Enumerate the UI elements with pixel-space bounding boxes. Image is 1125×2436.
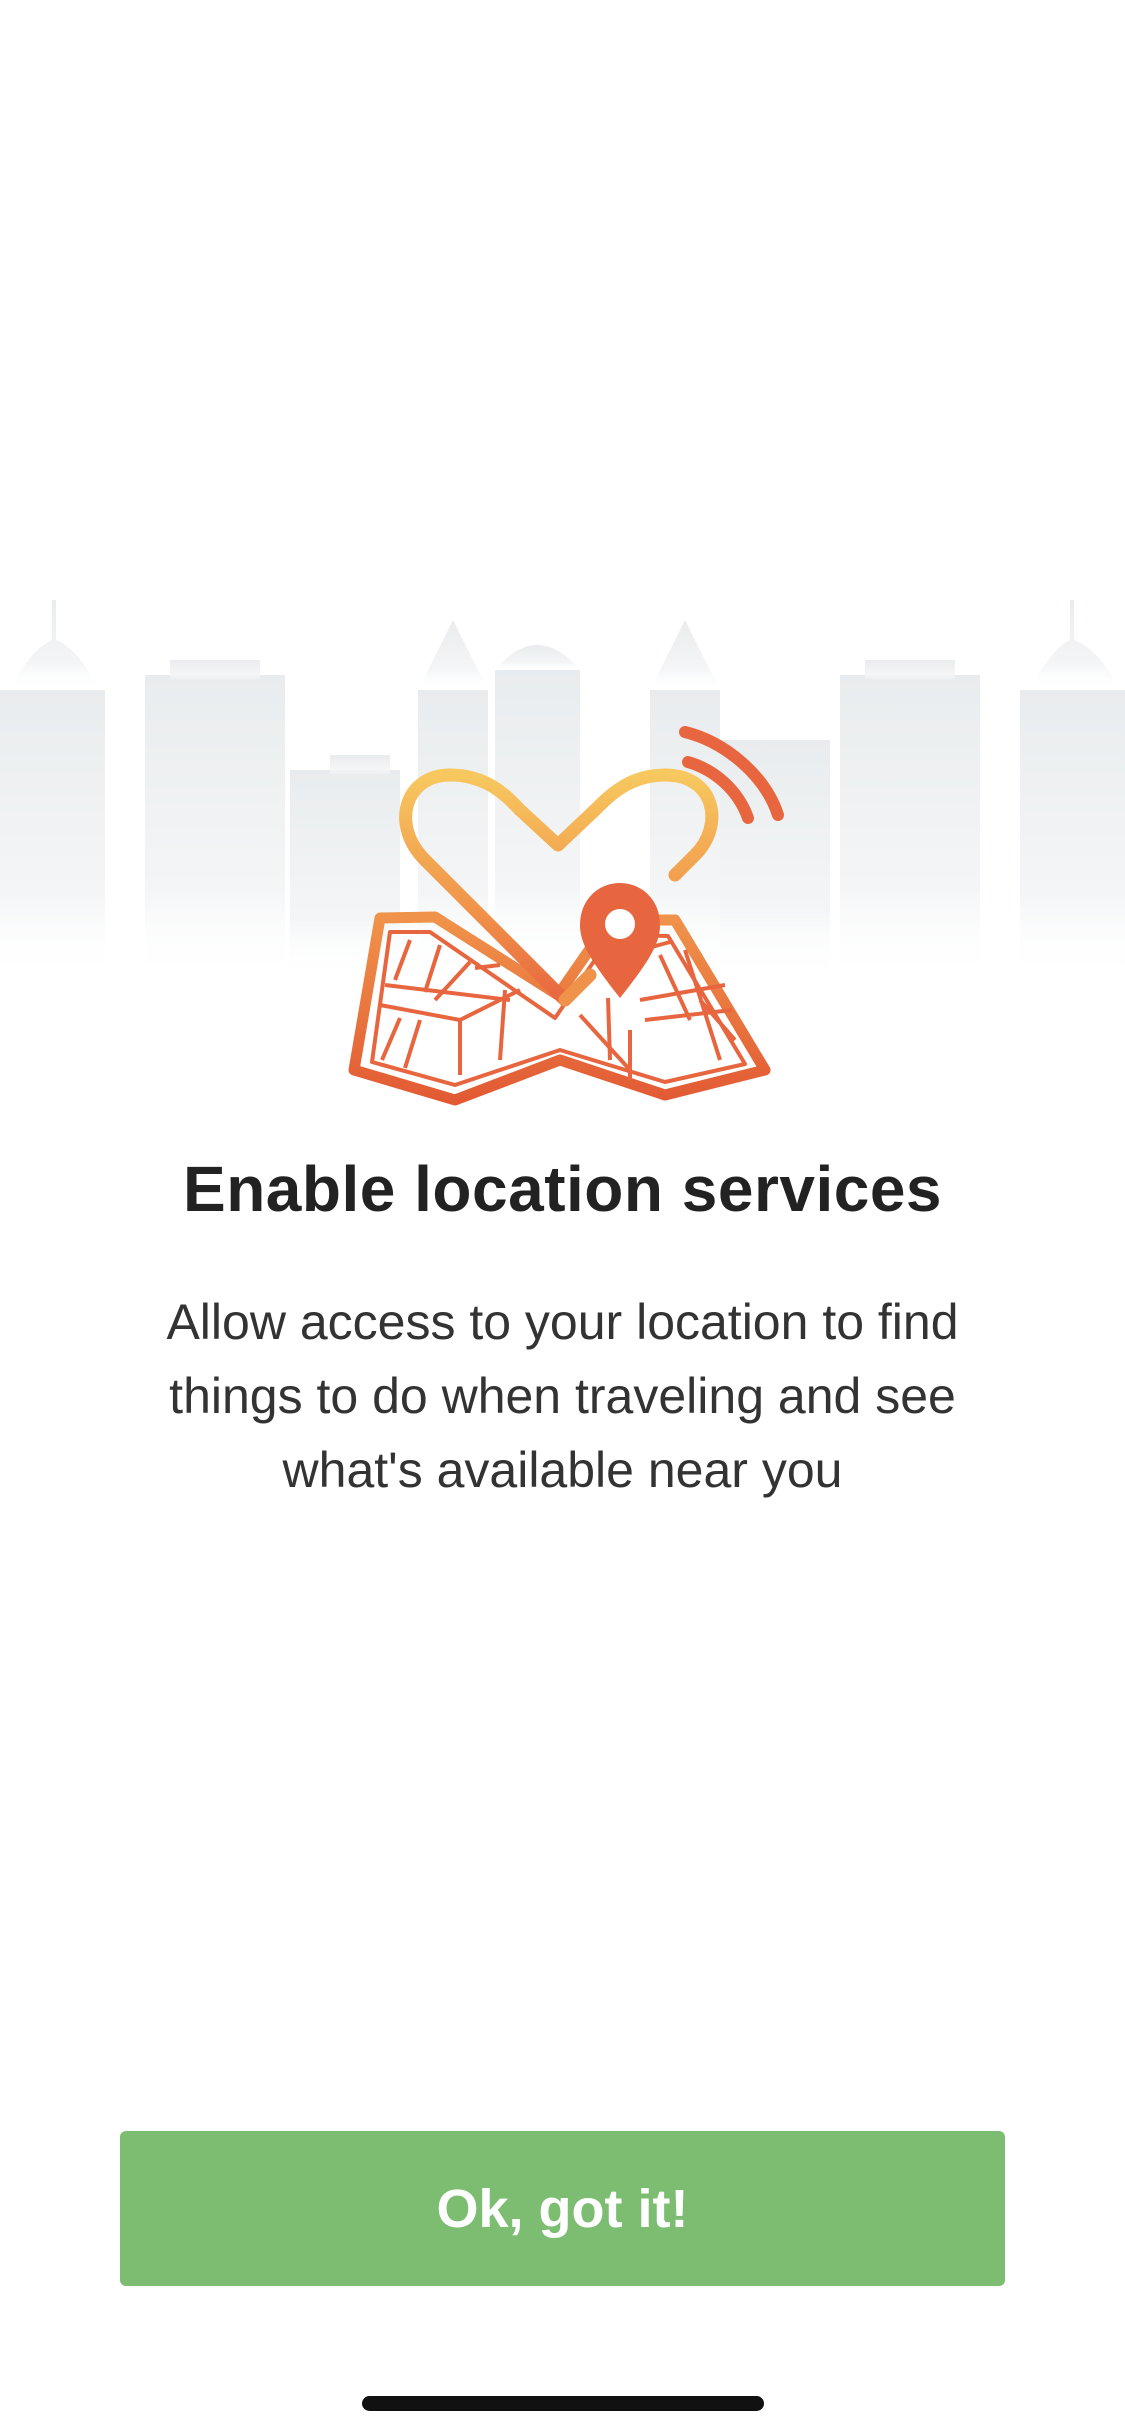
signal-waves-icon bbox=[679, 726, 784, 824]
page-title: Enable location services bbox=[183, 1153, 942, 1225]
heart-map-icon bbox=[348, 726, 784, 1106]
home-indicator[interactable] bbox=[362, 2396, 764, 2411]
location-permission-screen: Enable location services Allow access to… bbox=[0, 0, 1125, 2436]
ok-got-it-button[interactable]: Ok, got it! bbox=[120, 2131, 1005, 2286]
permission-description: Allow access to your location to find th… bbox=[166, 1294, 959, 1498]
